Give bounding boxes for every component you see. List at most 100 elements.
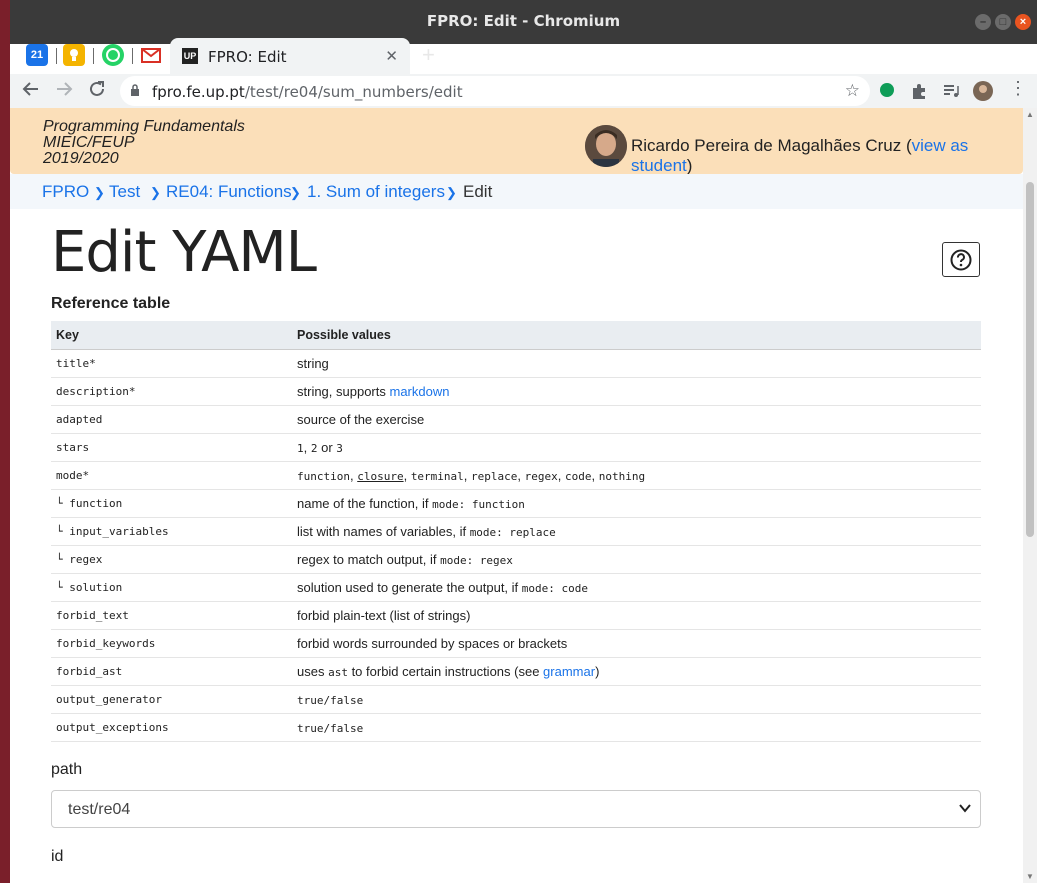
- row-value: function, closure, terminal, replace, re…: [292, 461, 981, 490]
- row-key: title*: [51, 349, 292, 378]
- row-key: └ solution: [51, 573, 292, 602]
- question-circle-icon: [950, 249, 972, 271]
- table-row: forbid_text forbid plain-text (list of s…: [51, 601, 981, 630]
- maximize-icon[interactable]: □: [995, 14, 1011, 30]
- breadcrumb-separator: ❯: [446, 185, 457, 200]
- table-row: └ input_variables list with names of var…: [51, 517, 981, 546]
- row-key: output_generator: [51, 685, 292, 714]
- table-row: └ regex regex to match output, if mode: …: [51, 545, 981, 574]
- forward-icon[interactable]: [55, 80, 73, 103]
- closure-term: closure: [357, 470, 404, 483]
- course-header: Programming Fundamentals MIEIC/FEUP 2019…: [10, 108, 1023, 175]
- up-favicon-icon: UP: [182, 48, 198, 64]
- path-select-value: test/re04: [68, 801, 131, 818]
- table-row: └ function name of the function, if mode…: [51, 489, 981, 518]
- scroll-down-icon[interactable]: ▼: [1026, 872, 1034, 881]
- tab-strip: 21 UP FPRO: Edit ✕ +: [10, 36, 1037, 74]
- row-key: └ function: [51, 489, 292, 518]
- browser-toolbar: fpro.fe.up.pt/test/re04/sum_numbers/edit…: [10, 74, 1037, 108]
- row-key: description*: [51, 377, 292, 406]
- row-key: └ input_variables: [51, 517, 292, 546]
- breadcrumb-test[interactable]: Test: [109, 182, 140, 202]
- table-row: adapted source of the exercise: [51, 405, 981, 434]
- row-value: string, supports markdown: [292, 377, 981, 406]
- tab-close-icon[interactable]: ✕: [385, 47, 398, 65]
- row-key: forbid_text: [51, 601, 292, 630]
- hangouts-extension-icon[interactable]: [878, 82, 896, 100]
- id-label: id: [51, 848, 64, 865]
- row-value: forbid words surrounded by spaces or bra…: [292, 629, 981, 658]
- table-header-row: Key Possible values: [51, 321, 981, 350]
- bookmark-star-icon[interactable]: ☆: [845, 81, 860, 101]
- page-content: Programming Fundamentals MIEIC/FEUP 2019…: [10, 108, 1023, 883]
- table-row: output_exceptions true/false: [51, 713, 981, 742]
- scroll-up-icon[interactable]: ▲: [1026, 110, 1034, 119]
- row-value: regex to match output, if mode: regex: [292, 545, 981, 574]
- grammar-link[interactable]: grammar: [543, 664, 595, 679]
- whatsapp-tab-icon[interactable]: [102, 44, 124, 66]
- gmail-tab-icon[interactable]: [140, 44, 162, 66]
- reload-icon[interactable]: [88, 80, 106, 103]
- breadcrumb-separator: ❯: [290, 185, 301, 200]
- row-key: └ regex: [51, 545, 292, 574]
- table-row: title* string: [51, 349, 981, 378]
- row-key: forbid_ast: [51, 657, 292, 686]
- page-title: Edit YAML: [51, 220, 317, 285]
- extensions-puzzle-icon[interactable]: [910, 82, 928, 100]
- breadcrumb-separator: ❯: [150, 185, 161, 200]
- calendar-tab-icon[interactable]: 21: [26, 44, 48, 66]
- breadcrumb: FPRO ❯ Test ❯ RE04: Functions ❯ 1. Sum o…: [10, 174, 1023, 209]
- menu-kebab-icon[interactable]: ⋮: [1009, 78, 1027, 99]
- user-info: Ricardo Pereira de Magalhães Cruz (view …: [631, 136, 969, 175]
- table-row: description* string, supports markdown: [51, 377, 981, 406]
- tab-fpro-edit[interactable]: UP FPRO: Edit ✕: [170, 38, 410, 74]
- row-value: string: [292, 349, 981, 378]
- row-key: forbid_keywords: [51, 629, 292, 658]
- scrollbar-thumb[interactable]: [1026, 182, 1034, 537]
- breadcrumb-exercise[interactable]: 1. Sum of integers: [307, 182, 445, 202]
- profile-avatar-icon[interactable]: [973, 81, 993, 101]
- table-row: mode* function, closure, terminal, repla…: [51, 461, 981, 490]
- path-select[interactable]: test/re04: [51, 790, 981, 828]
- browser-window: FPRO: Edit - Chromium – □ × 21 UP FPRO: …: [10, 0, 1037, 883]
- tab-divider: [132, 48, 133, 64]
- row-value: true/false: [292, 685, 981, 714]
- keep-tab-icon[interactable]: [63, 44, 85, 66]
- table-row: forbid_keywords forbid words surrounded …: [51, 629, 981, 658]
- minimize-icon[interactable]: –: [975, 14, 991, 30]
- row-value: uses ast to forbid certain instructions …: [292, 657, 981, 686]
- reference-table-title: Reference table: [51, 295, 171, 312]
- path-label: path: [51, 761, 83, 778]
- back-icon[interactable]: [22, 80, 40, 103]
- row-key: mode*: [51, 461, 292, 490]
- table-row: output_generator true/false: [51, 685, 981, 714]
- row-key: adapted: [51, 405, 292, 434]
- row-value: solution used to generate the output, if…: [292, 573, 981, 602]
- close-icon[interactable]: ×: [1015, 14, 1031, 30]
- row-value: name of the function, if mode: function: [292, 489, 981, 518]
- row-value: 1, 2 or 3: [292, 433, 981, 462]
- breadcrumb-separator: ❯: [94, 185, 105, 200]
- help-button[interactable]: [942, 242, 980, 277]
- address-bar[interactable]: fpro.fe.up.pt/test/re04/sum_numbers/edit…: [120, 76, 870, 106]
- breadcrumb-fpro[interactable]: FPRO: [42, 182, 89, 202]
- url-text[interactable]: fpro.fe.up.pt/test/re04/sum_numbers/edit: [152, 83, 463, 101]
- breadcrumb-current: Edit: [463, 182, 493, 201]
- tab-divider: [56, 48, 57, 64]
- row-key: output_exceptions: [51, 713, 292, 742]
- column-header-values: Possible values: [292, 321, 981, 350]
- tab-divider: [93, 48, 94, 64]
- row-value: source of the exercise: [292, 405, 981, 434]
- window-title: FPRO: Edit - Chromium: [426, 12, 621, 30]
- avatar: [585, 125, 627, 167]
- course-year: 2019/2020: [43, 150, 119, 167]
- media-controls-icon[interactable]: [942, 82, 960, 100]
- row-value: true/false: [292, 713, 981, 742]
- row-value: list with names of variables, if mode: r…: [292, 517, 981, 546]
- table-row: └ solution solution used to generate the…: [51, 573, 981, 602]
- page-scrollbar[interactable]: ▲ ▼: [1023, 108, 1037, 883]
- new-tab-icon[interactable]: +: [422, 42, 435, 68]
- table-row: forbid_ast uses ast to forbid certain in…: [51, 657, 981, 686]
- markdown-link[interactable]: markdown: [390, 384, 450, 399]
- breadcrumb-re04[interactable]: RE04: Functions: [166, 182, 292, 202]
